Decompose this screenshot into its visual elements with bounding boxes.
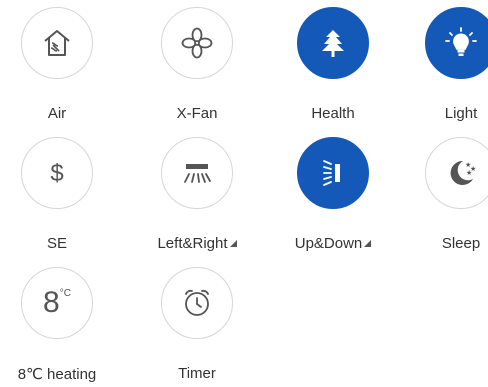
left-right-button[interactable]: Left&Right [137, 137, 257, 257]
se-button[interactable]: $ SE [0, 137, 117, 257]
left-right-label: Left&Right [157, 235, 228, 252]
eight-degree-icon: 8 °C [43, 288, 71, 318]
x-fan-button-circle[interactable] [161, 7, 233, 79]
heating-8c-button-circle[interactable]: 8 °C [21, 267, 93, 339]
up-down-label-wrap: Up&Down [273, 235, 393, 252]
swing-left-right-icon [184, 164, 211, 183]
health-button[interactable]: Health [273, 7, 393, 127]
eight-degree-digit: 8 [43, 286, 60, 319]
left-right-label-wrap: Left&Right [137, 235, 257, 252]
moon-stars-icon: ★ ★ ★ [450, 160, 476, 185]
left-right-button-circle[interactable] [161, 137, 233, 209]
up-down-button[interactable]: Up&Down [273, 137, 393, 257]
swing-up-down-icon [323, 160, 340, 186]
fan-icon [181, 27, 213, 59]
light-button[interactable]: Light [401, 7, 488, 127]
tree-icon [322, 30, 344, 57]
light-label: Light [444, 105, 478, 122]
timer-button[interactable]: Timer [137, 267, 257, 387]
air-button[interactable]: Air [0, 7, 117, 127]
svg-text:$: $ [50, 160, 63, 187]
air-button-circle[interactable] [21, 7, 93, 79]
dropdown-caret-icon[interactable] [364, 240, 372, 247]
se-label: SE [46, 235, 67, 252]
x-fan-button[interactable]: X-Fan [137, 7, 257, 127]
timer-button-circle[interactable] [161, 267, 233, 339]
light-bulb-icon [445, 27, 477, 56]
se-button-circle[interactable]: $ [21, 137, 93, 209]
sleep-button[interactable]: ★ ★ ★ Sleep [401, 137, 488, 257]
sleep-button-circle[interactable]: ★ ★ ★ [425, 137, 488, 209]
sleep-label: Sleep [441, 235, 481, 252]
alarm-clock-icon [185, 289, 209, 316]
eight-degree-unit: °C [59, 288, 71, 299]
up-down-button-circle[interactable] [297, 137, 369, 209]
dollar-icon: $ [50, 160, 63, 187]
heating-8c-label: 8℃ heating [17, 366, 97, 383]
heating-8c-button[interactable]: 8 °C 8℃ heating [0, 267, 117, 387]
timer-label: Timer [178, 365, 216, 382]
health-label: Health [311, 105, 355, 122]
air-house-icon [44, 30, 70, 56]
health-button-circle[interactable] [297, 7, 369, 79]
air-label: Air [47, 105, 67, 122]
light-button-circle[interactable] [425, 7, 488, 79]
svg-text:★: ★ [466, 169, 472, 177]
dropdown-caret-icon[interactable] [229, 240, 237, 247]
x-fan-label: X-Fan [176, 105, 218, 122]
up-down-label: Up&Down [294, 235, 363, 252]
